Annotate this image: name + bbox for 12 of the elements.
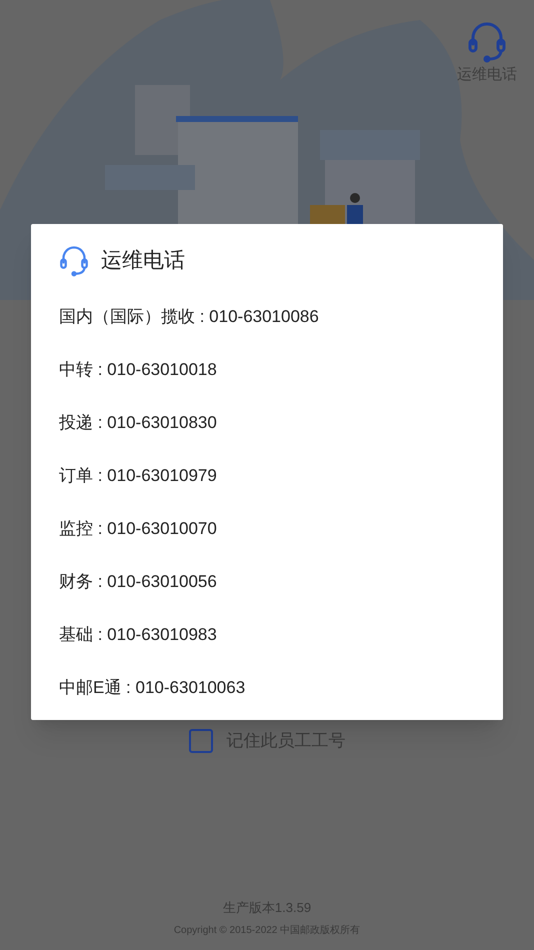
- contact-phone-item[interactable]: 中转 : 010-63010018: [59, 343, 503, 396]
- contact-phone-item[interactable]: 订单 : 010-63010979: [59, 449, 503, 502]
- contact-phone-item[interactable]: 中邮E通 : 010-63010063: [59, 661, 503, 714]
- contact-phone-item[interactable]: 基础 : 010-63010983: [59, 608, 503, 661]
- contact-phone-item[interactable]: 投递 : 010-63010830: [59, 396, 503, 449]
- headset-icon: [467, 20, 507, 64]
- headset-icon: [59, 244, 89, 278]
- contact-phone-item[interactable]: 财务 : 010-63010056: [59, 555, 503, 608]
- dialog-title: 运维电话: [101, 248, 185, 274]
- contact-phone-item[interactable]: 国内（国际）揽收 : 010-63010086: [59, 290, 503, 343]
- contact-phone-item[interactable]: 监控 : 010-63010070: [59, 502, 503, 555]
- remember-checkbox[interactable]: [188, 728, 212, 753]
